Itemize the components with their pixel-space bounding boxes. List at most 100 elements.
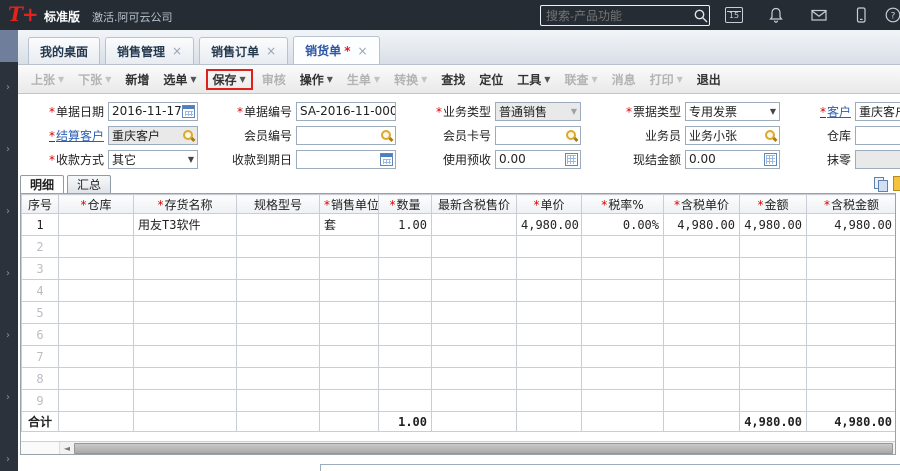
cell-empty[interactable]	[431, 389, 517, 412]
detail-tab-summary[interactable]: 汇总	[67, 175, 112, 193]
warehouse-input[interactable]	[855, 125, 900, 145]
cell-empty[interactable]	[431, 367, 517, 390]
dropdown-caret-icon[interactable]: ▼	[571, 107, 577, 116]
cell-price-with-tax[interactable]: 4,980.00	[663, 213, 740, 236]
cell-empty[interactable]	[236, 345, 320, 368]
toolbar-select-order-button[interactable]: 选单 ▼	[156, 69, 203, 90]
cell-empty[interactable]	[319, 345, 379, 368]
cell-empty[interactable]	[133, 235, 237, 258]
cell-empty[interactable]	[516, 301, 582, 324]
invoice-type-input[interactable]: 专用发票 ▼	[685, 101, 780, 121]
cell-empty[interactable]	[319, 279, 379, 302]
cell-empty[interactable]	[236, 235, 320, 258]
cell-empty[interactable]	[431, 301, 517, 324]
cell-empty[interactable]	[319, 301, 379, 324]
copy-icon[interactable]	[873, 176, 889, 192]
collapsed-sidebar[interactable]: › › › › › › ›	[0, 30, 18, 471]
cell-empty[interactable]	[133, 389, 237, 412]
cell-unit[interactable]: 套	[319, 213, 379, 236]
cell-empty[interactable]	[806, 323, 895, 346]
cell-empty[interactable]	[663, 323, 740, 346]
due-date-input[interactable]	[296, 149, 396, 169]
toolbar-save-button[interactable]: 保存 ▼	[205, 68, 253, 90]
cell-empty[interactable]	[133, 279, 237, 302]
cell-empty[interactable]	[663, 301, 740, 324]
paste-icon[interactable]	[893, 176, 900, 191]
cell-amount[interactable]: 4,980.00	[739, 213, 807, 236]
cell-empty[interactable]	[663, 279, 740, 302]
scrollbar-thumb[interactable]	[74, 442, 893, 454]
cell-empty[interactable]	[739, 323, 807, 346]
cell-empty[interactable]	[739, 389, 807, 412]
calendar-icon[interactable]	[380, 152, 393, 166]
cell-empty[interactable]	[236, 323, 320, 346]
cell-empty[interactable]	[739, 301, 807, 324]
customer-input[interactable]: 重庆客户	[855, 101, 900, 121]
cell-empty[interactable]	[133, 345, 237, 368]
cell-warehouse[interactable]	[58, 213, 134, 236]
expand-chevron-icon[interactable]: ›	[6, 269, 10, 279]
cell-empty[interactable]	[663, 257, 740, 280]
cell-empty[interactable]	[378, 301, 432, 324]
close-tab-icon[interactable]: ×	[172, 44, 182, 58]
cell-price[interactable]: 4,980.00	[516, 213, 582, 236]
cell-empty[interactable]	[663, 345, 740, 368]
cell-qty[interactable]: 1.00	[378, 213, 432, 236]
search-box[interactable]	[540, 5, 710, 26]
calendar-icon[interactable]	[182, 104, 195, 118]
cell-empty[interactable]	[378, 367, 432, 390]
cell-empty[interactable]	[516, 257, 582, 280]
cell-empty[interactable]	[58, 279, 134, 302]
cell-empty[interactable]	[739, 235, 807, 258]
toolbar-exit-button[interactable]: 退出	[690, 69, 728, 90]
toolbar-tools-button[interactable]: 工具 ▼	[510, 69, 557, 90]
cell-empty[interactable]	[806, 389, 895, 412]
salesman-input[interactable]: 业务小张	[685, 125, 780, 145]
cell-empty[interactable]	[581, 367, 664, 390]
tab-sales-mgmt[interactable]: 销售管理 ×	[105, 37, 195, 64]
magnifier-lookup-icon[interactable]	[182, 129, 195, 142]
mobile-icon[interactable]	[852, 6, 870, 24]
cell-empty[interactable]	[58, 389, 134, 412]
cell-empty[interactable]	[133, 367, 237, 390]
cell-empty[interactable]	[378, 257, 432, 280]
cell-empty[interactable]	[806, 257, 895, 280]
scroll-left-arrow-icon[interactable]: ◄	[60, 444, 74, 453]
close-tab-icon[interactable]: ×	[357, 44, 367, 58]
cell-empty[interactable]	[236, 279, 320, 302]
cell-spec[interactable]	[236, 213, 320, 236]
calendar-icon[interactable]: 15	[725, 6, 743, 24]
rounding-input[interactable]	[855, 149, 900, 169]
dropdown-caret-icon[interactable]: ▼	[327, 75, 333, 84]
cell-empty[interactable]	[236, 257, 320, 280]
settle-customer-link-label[interactable]: *结算客户	[28, 127, 108, 144]
dropdown-caret-icon[interactable]: ▼	[240, 75, 246, 84]
doc-no-input[interactable]: SA-2016-11-0001	[296, 101, 396, 121]
cell-empty[interactable]	[378, 345, 432, 368]
bell-icon[interactable]	[767, 6, 785, 24]
cell-empty[interactable]	[431, 279, 517, 302]
mail-icon[interactable]	[810, 6, 828, 24]
tab-sales-delivery[interactable]: 销货单 * ×	[293, 36, 380, 64]
cell-empty[interactable]	[516, 367, 582, 390]
cell-empty[interactable]	[516, 323, 582, 346]
cell-empty[interactable]	[516, 235, 582, 258]
cell-empty[interactable]	[581, 235, 664, 258]
cell-empty[interactable]	[58, 367, 134, 390]
cell-empty[interactable]	[739, 257, 807, 280]
cell-empty[interactable]	[378, 235, 432, 258]
cell-empty[interactable]	[806, 367, 895, 390]
search-input[interactable]	[541, 8, 693, 23]
cell-empty[interactable]	[581, 323, 664, 346]
horizontal-scrollbar[interactable]: ◄	[21, 441, 895, 454]
cell-empty[interactable]	[378, 323, 432, 346]
cell-empty[interactable]	[739, 279, 807, 302]
magnifier-lookup-icon[interactable]	[764, 129, 777, 142]
cell-empty[interactable]	[58, 323, 134, 346]
cell-empty[interactable]	[431, 345, 517, 368]
cell-empty[interactable]	[319, 235, 379, 258]
cell-empty[interactable]	[133, 323, 237, 346]
toolbar-operate-button[interactable]: 操作 ▼	[293, 69, 340, 90]
cell-item-name[interactable]: 用友T3软件	[133, 213, 237, 236]
cell-empty[interactable]	[806, 235, 895, 258]
